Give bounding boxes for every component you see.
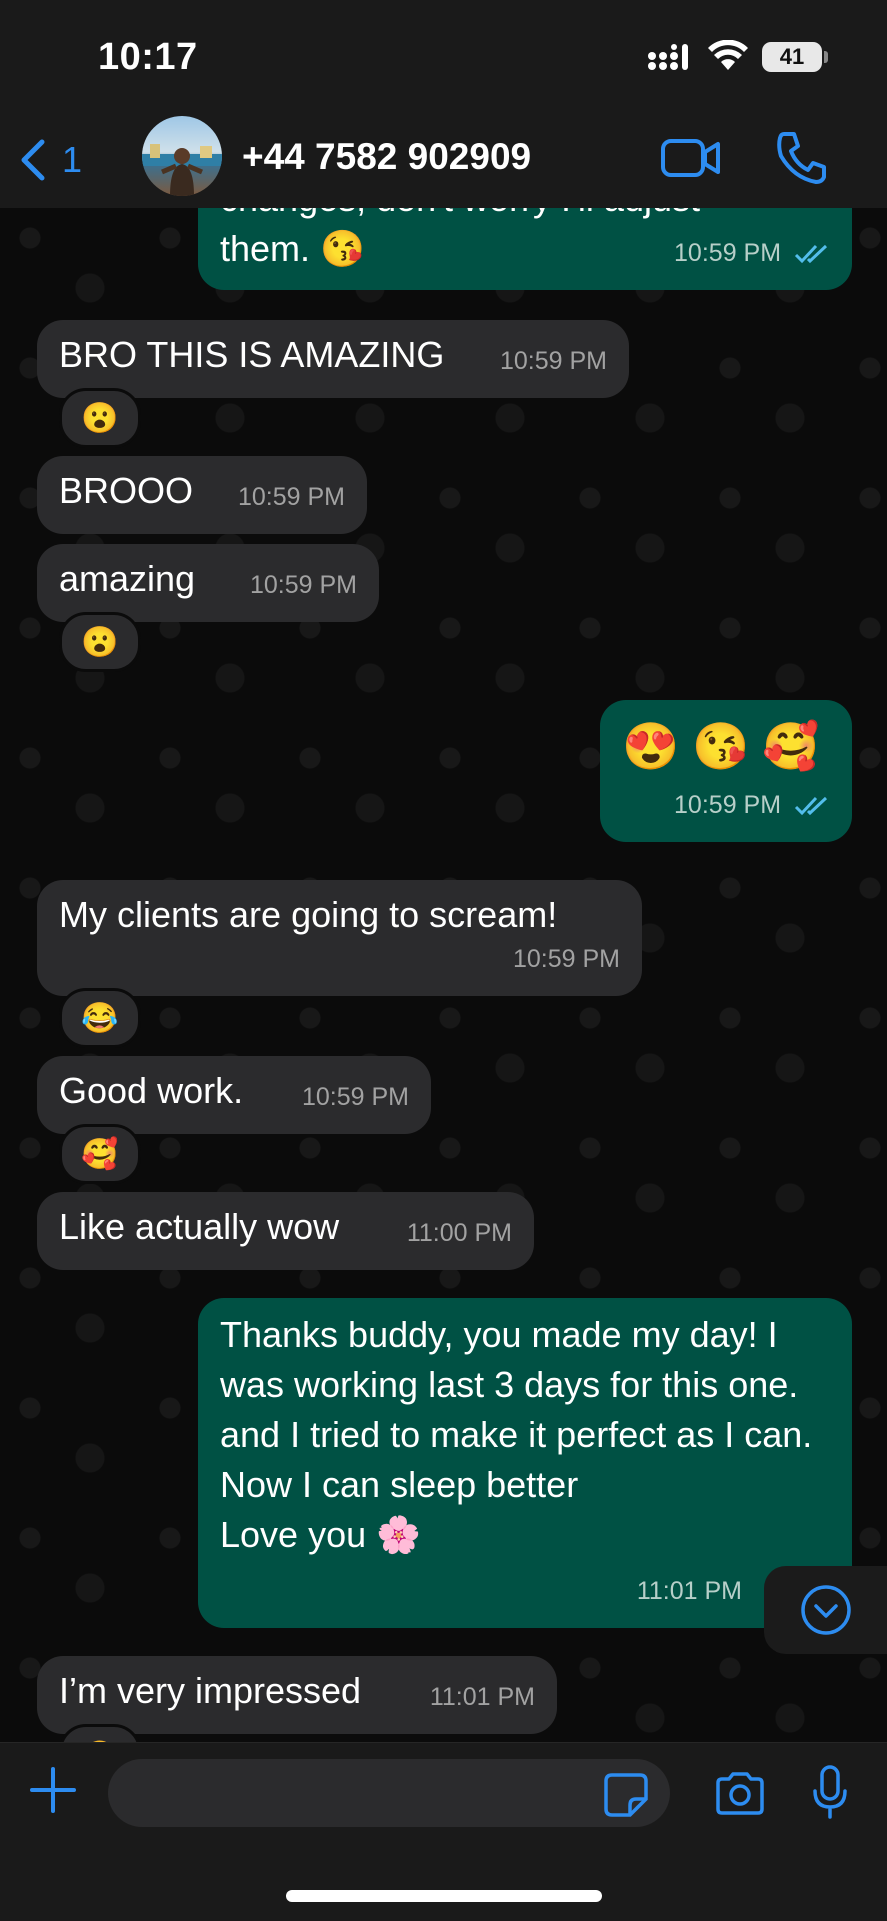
chevron-left-icon <box>21 139 45 181</box>
chat-header: 1 +44 7582 902909 <box>0 112 887 209</box>
status-time: 10:17 <box>98 36 198 78</box>
message-time: 10:59 PM <box>512 945 620 973</box>
wifi-icon <box>708 40 748 70</box>
message-incoming[interactable]: My clients are going to scream! 10:59 PM <box>37 880 642 996</box>
message-reaction[interactable]: 🥰 <box>59 1124 141 1184</box>
message-text: 😍 😘 🥰 <box>622 720 820 772</box>
unread-count: 1 <box>62 139 83 180</box>
message-text: them. 😘 <box>220 228 365 269</box>
message-reaction[interactable]: 😮 <box>59 388 141 448</box>
video-call-icon[interactable] <box>660 136 722 180</box>
message-time: 11:01 PM <box>429 1683 535 1711</box>
cellular-signal-icon <box>648 44 688 70</box>
read-receipt-icon <box>794 797 828 816</box>
chat-area[interactable]: changes, don't worry I'll adjust them. 😘… <box>0 208 887 1742</box>
scroll-to-bottom-button[interactable] <box>764 1566 887 1654</box>
read-receipt-icon <box>794 245 828 264</box>
camera-icon[interactable] <box>714 1771 766 1815</box>
message-reaction[interactable]: 😂 <box>59 988 141 1048</box>
message-outgoing[interactable]: 😍 😘 🥰 10:59 PM <box>600 700 852 842</box>
message-time: 11:01 PM <box>636 1577 742 1605</box>
message-incoming[interactable]: BROOO 10:59 PM <box>37 456 367 534</box>
plus-icon[interactable] <box>28 1765 78 1815</box>
message-incoming[interactable]: Good work. 10:59 PM <box>37 1056 431 1134</box>
message-outgoing[interactable]: Thanks buddy, you made my day! I was wor… <box>198 1298 852 1628</box>
back-button[interactable]: 1 <box>18 134 82 186</box>
home-indicator <box>286 1890 602 1902</box>
message-outgoing[interactable]: changes, don't worry I'll adjust them. 😘… <box>198 208 852 290</box>
message-incoming[interactable]: I’m very impressed 11:01 PM <box>37 1656 557 1734</box>
status-bar: 10:17 41 <box>0 0 887 112</box>
message-time: 10:59 PM <box>249 571 357 599</box>
message-time: 10:59 PM <box>674 228 830 278</box>
message-reaction[interactable]: 😮 <box>59 612 141 672</box>
contact-name[interactable]: +44 7582 902909 <box>242 136 531 178</box>
message-time: 10:59 PM <box>499 347 607 375</box>
message-incoming[interactable]: Like actually wow 11:00 PM <box>37 1192 534 1270</box>
message-time: 10:59 PM <box>237 483 345 511</box>
phone-call-icon[interactable] <box>776 130 826 184</box>
message-incoming[interactable]: amazing 10:59 PM <box>37 544 379 622</box>
message-time: 10:59 PM <box>301 1083 409 1111</box>
chevron-down-circle-icon <box>800 1585 851 1635</box>
avatar[interactable] <box>142 116 222 196</box>
message-incoming[interactable]: BRO THIS IS AMAZING 10:59 PM <box>37 320 629 398</box>
battery-tip <box>824 51 828 63</box>
microphone-icon[interactable] <box>812 1765 848 1821</box>
battery-level: 41 <box>762 42 822 72</box>
message-time: 10:59 PM <box>674 780 830 830</box>
message-input[interactable] <box>108 1759 670 1827</box>
message-text: Thanks buddy, you made my day! I was wor… <box>220 1314 813 1555</box>
sticker-icon[interactable] <box>604 1773 648 1817</box>
avatar-photo-icon <box>142 144 222 196</box>
message-time: 11:00 PM <box>406 1219 512 1247</box>
